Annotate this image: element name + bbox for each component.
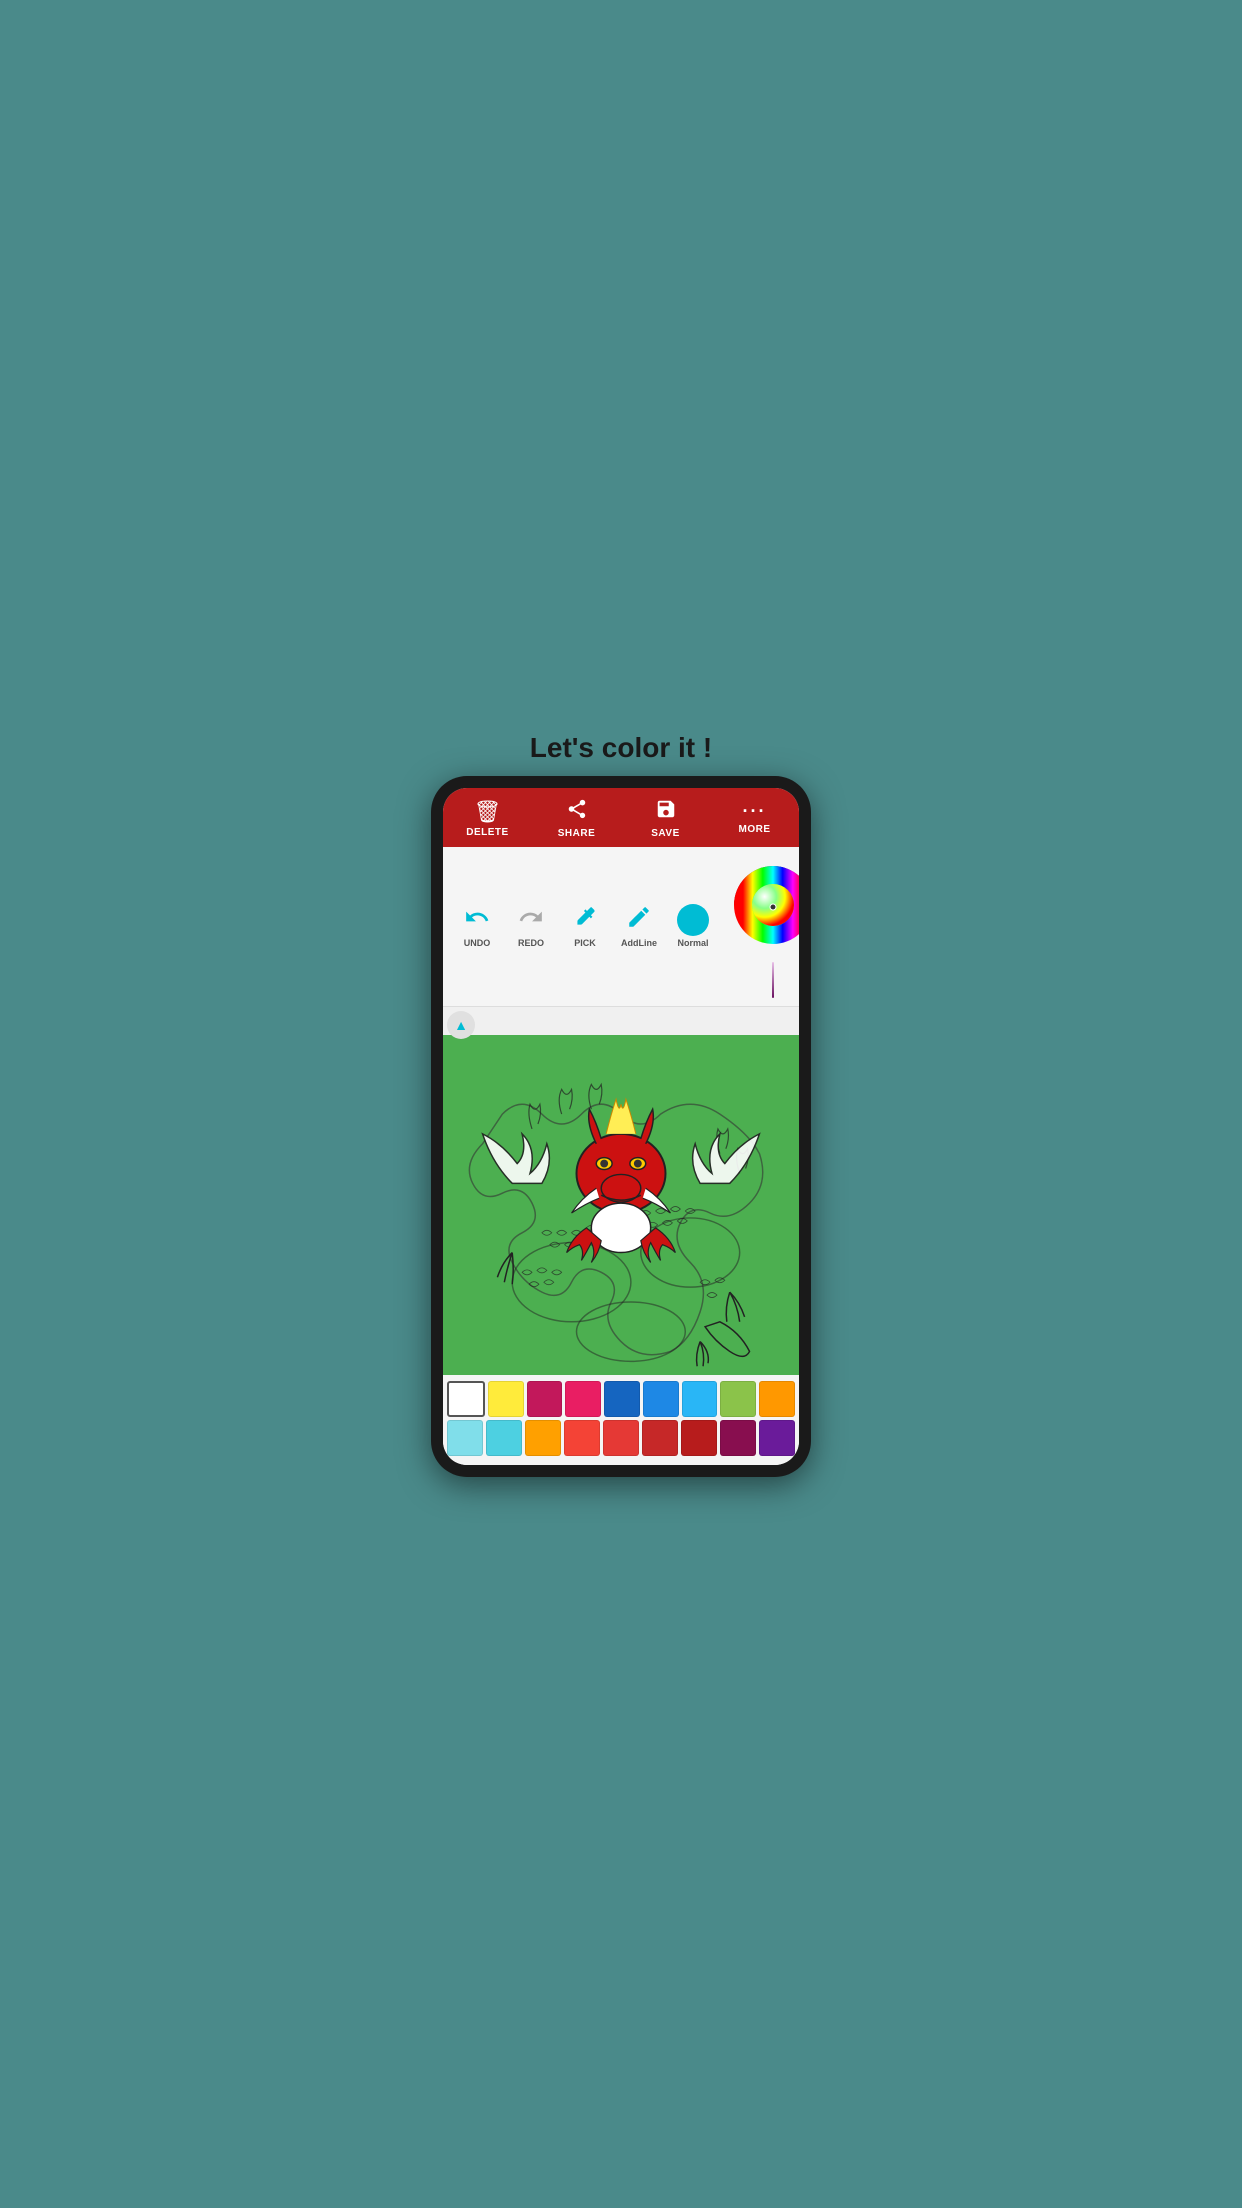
color-amber[interactable] <box>525 1420 561 1456</box>
color-red[interactable] <box>603 1420 639 1456</box>
drawing-toolbar: UNDO REDO PICK <box>443 847 799 1007</box>
redo-icon <box>518 904 544 936</box>
color-orange[interactable] <box>759 1381 795 1417</box>
color-yellow[interactable] <box>488 1381 524 1417</box>
color-blue-dark[interactable] <box>604 1381 640 1417</box>
more-icon: ··· <box>743 801 767 822</box>
color-red-dark[interactable] <box>642 1420 678 1456</box>
color-pink[interactable] <box>565 1381 601 1417</box>
addline-icon <box>626 904 652 936</box>
color-cyan[interactable] <box>486 1420 522 1456</box>
normal-button[interactable]: Normal <box>669 904 717 948</box>
delete-label: DELETE <box>466 827 508 838</box>
color-green[interactable] <box>720 1381 756 1417</box>
addline-label: AddLine <box>621 938 657 948</box>
phone-screen: 🗑 DELETE SHARE <box>443 788 799 1465</box>
color-white[interactable] <box>447 1381 485 1417</box>
palette-row-2 <box>447 1420 795 1456</box>
sub-toolbar: ▲ <box>443 1007 799 1035</box>
redo-button[interactable]: REDO <box>507 904 555 948</box>
color-light-blue[interactable] <box>682 1381 718 1417</box>
normal-color-circle <box>677 904 709 936</box>
pick-icon <box>572 904 598 936</box>
color-cyan-light[interactable] <box>447 1420 483 1456</box>
expand-button[interactable]: ▲ <box>447 1011 475 1039</box>
color-pink-dark[interactable] <box>720 1420 756 1456</box>
canvas-area[interactable] <box>443 1035 799 1375</box>
color-wheel-svg[interactable] <box>723 855 799 955</box>
more-label: MORE <box>739 824 771 835</box>
addline-button[interactable]: AddLine <box>615 904 663 948</box>
undo-icon <box>464 904 490 936</box>
share-button[interactable]: SHARE <box>547 798 607 839</box>
phone-frame: 🗑 DELETE SHARE <box>431 776 811 1477</box>
undo-label: UNDO <box>464 938 491 948</box>
save-button[interactable]: SAVE <box>636 798 696 839</box>
save-icon <box>655 798 677 826</box>
color-wheel-container[interactable] <box>723 855 799 998</box>
pick-button[interactable]: PICK <box>561 904 609 948</box>
color-magenta-dark[interactable] <box>527 1381 563 1417</box>
share-icon <box>566 798 588 826</box>
main-toolbar: 🗑 DELETE SHARE <box>443 788 799 847</box>
palette-row-1 <box>447 1381 795 1417</box>
brightness-slider[interactable] <box>723 962 799 998</box>
app-title: Let's color it ! <box>530 732 712 764</box>
save-label: SAVE <box>651 828 680 839</box>
color-red-darker[interactable] <box>681 1420 717 1456</box>
dragon-illustration <box>443 1035 799 1371</box>
undo-button[interactable]: UNDO <box>453 904 501 948</box>
redo-label: REDO <box>518 938 544 948</box>
color-blue[interactable] <box>643 1381 679 1417</box>
color-palette <box>443 1375 799 1465</box>
color-purple-dark[interactable] <box>759 1420 795 1456</box>
color-red-light[interactable] <box>564 1420 600 1456</box>
pick-label: PICK <box>574 938 596 948</box>
delete-button[interactable]: 🗑 DELETE <box>458 799 518 838</box>
more-button[interactable]: ··· MORE <box>725 801 785 835</box>
delete-icon: 🗑 <box>474 799 502 825</box>
normal-label: Normal <box>677 938 708 948</box>
share-label: SHARE <box>558 828 596 839</box>
